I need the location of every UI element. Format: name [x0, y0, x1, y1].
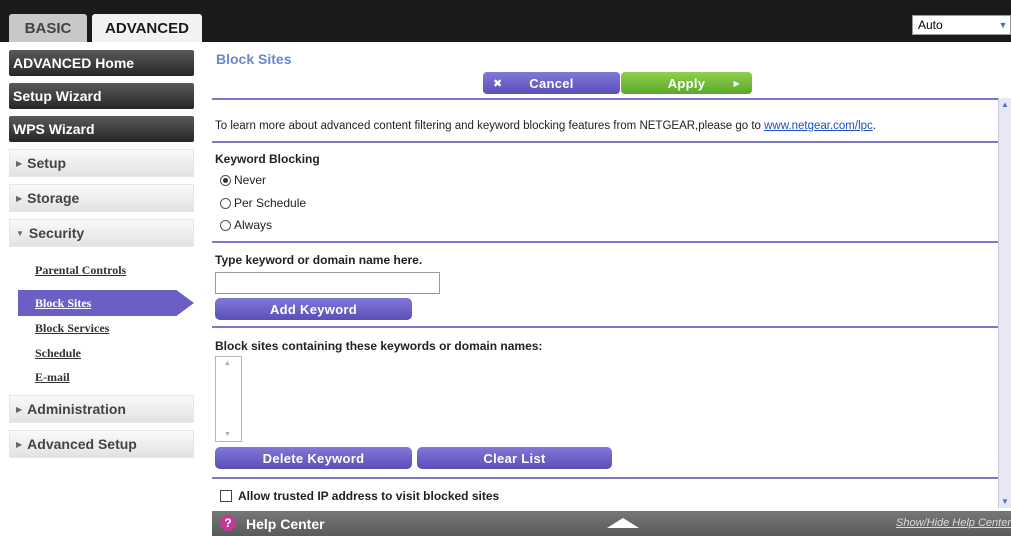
radio-button-checked	[220, 174, 231, 186]
scroll-up-icon[interactable]: ▲	[1001, 100, 1009, 109]
divider	[212, 98, 998, 100]
triangle-right-icon: ▶	[16, 158, 23, 168]
subnav-label: Block Sites	[35, 296, 92, 310]
subnav-email[interactable]: E-mail	[35, 370, 70, 385]
page-title: Block Sites	[216, 51, 292, 67]
keyword-input[interactable]	[215, 272, 440, 294]
triangle-right-icon: ▶	[16, 439, 23, 449]
x-icon: ✖	[493, 77, 503, 90]
tab-advanced[interactable]: ADVANCED	[92, 14, 202, 42]
scrollbar[interactable]: ▲ ▼	[998, 98, 1011, 508]
subnav-schedule[interactable]: Schedule	[35, 346, 81, 361]
keyword-input-label: Type keyword or domain name here.	[215, 253, 423, 267]
question-icon[interactable]: ?	[220, 515, 236, 531]
sidebar-item-label: Storage	[27, 190, 80, 206]
sidebar-item-security[interactable]: ▼ Security	[9, 219, 194, 247]
scroll-down-icon[interactable]: ▼	[1001, 497, 1009, 506]
clear-list-button[interactable]: Clear List	[417, 447, 612, 469]
subnav-parental-controls[interactable]: Parental Controls	[35, 263, 126, 278]
main-panel: Block Sites ✖ Cancel Apply ▶ ▲ ▼ To lear…	[212, 42, 1011, 536]
radio-label: Always	[234, 218, 273, 232]
sidebar-item-advanced-setup[interactable]: ▶ Advanced Setup	[9, 430, 194, 458]
sidebar-item-advanced-home[interactable]: ADVANCED Home	[9, 50, 194, 76]
triangle-up-icon[interactable]	[607, 518, 639, 528]
divider	[212, 477, 998, 479]
allow-trusted-ip-checkbox[interactable]	[220, 490, 232, 502]
tab-basic[interactable]: BASIC	[9, 14, 87, 42]
sidebar-item-label: Setup	[27, 155, 67, 171]
apply-label: Apply	[667, 75, 706, 91]
divider	[212, 141, 998, 143]
allow-trusted-ip-label: Allow trusted IP address to visit blocke…	[238, 489, 500, 503]
info-text: To learn more about advanced content fil…	[215, 120, 876, 132]
radio-button	[220, 197, 231, 209]
radio-per-schedule[interactable]: Per Schedule	[220, 196, 306, 210]
netgear-lpc-link[interactable]: www.netgear.com/lpc	[764, 120, 873, 132]
triangle-right-icon: ▶	[16, 193, 23, 203]
sidebar-item-wps-wizard[interactable]: WPS Wizard	[9, 116, 194, 142]
sidebar-item-label: Administration	[27, 401, 126, 417]
keyword-blocking-heading: Keyword Blocking	[215, 152, 320, 166]
radio-button	[220, 219, 231, 231]
radio-label: Never	[234, 173, 267, 187]
help-center-bar: ? Help Center Show/Hide Help Center	[212, 511, 1011, 536]
radio-always[interactable]: Always	[220, 218, 272, 232]
info-text-body: To learn more about advanced content fil…	[215, 120, 765, 132]
apply-button[interactable]: Apply ▶	[621, 72, 752, 94]
sidebar-item-administration[interactable]: ▶ Administration	[9, 395, 194, 423]
triangle-right-icon: ▶	[733, 78, 740, 88]
help-center-label: Help Center	[246, 516, 325, 532]
divider	[212, 326, 998, 328]
info-text-suffix: .	[872, 120, 876, 132]
sidebar-item-setup-wizard[interactable]: Setup Wizard	[9, 83, 194, 109]
radio-never[interactable]: Never	[220, 173, 266, 187]
triangle-down-icon: ▼	[16, 228, 24, 238]
subnav-block-services[interactable]: Block Services	[35, 321, 109, 336]
sidebar-item-storage[interactable]: ▶ Storage	[9, 184, 194, 212]
add-keyword-button[interactable]: Add Keyword	[215, 298, 412, 320]
sidebar-item-label: Security	[28, 225, 85, 241]
show-hide-help-link[interactable]: Show/Hide Help Center	[896, 517, 1011, 529]
radio-label: Per Schedule	[234, 196, 307, 210]
divider	[212, 241, 998, 243]
cancel-button[interactable]: ✖ Cancel	[483, 72, 620, 94]
sidebar-item-label: Advanced Setup	[27, 436, 137, 452]
chevron-down-icon: ▼	[998, 20, 1008, 30]
delete-keyword-button[interactable]: Delete Keyword	[215, 447, 412, 469]
blocked-keywords-list[interactable]: ▲ ▼	[215, 356, 242, 442]
top-bar: BASIC ADVANCED Auto ▼	[0, 0, 1011, 42]
subnav-block-sites[interactable]: Block Sites	[18, 290, 194, 316]
sidebar: ADVANCED Home Setup Wizard WPS Wizard ▶ …	[0, 42, 212, 536]
language-select-value: Auto	[918, 18, 943, 32]
sidebar-item-setup[interactable]: ▶ Setup	[9, 149, 194, 177]
triangle-right-icon: ▶	[16, 404, 23, 414]
scroll-down-icon[interactable]: ▼	[224, 431, 231, 438]
cancel-label: Cancel	[529, 75, 574, 91]
language-select[interactable]: Auto ▼	[912, 15, 1011, 35]
blocklist-label: Block sites containing these keywords or…	[215, 339, 543, 353]
scroll-up-icon[interactable]: ▲	[224, 360, 231, 367]
